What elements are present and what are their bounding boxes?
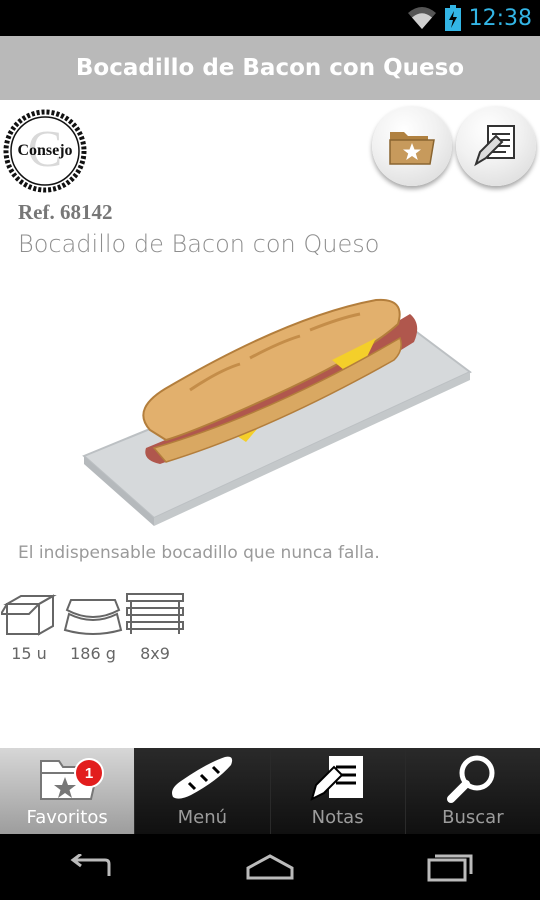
tab-buscar[interactable]: Buscar <box>405 748 540 834</box>
spec-weight: 186 g <box>62 590 124 663</box>
recents-icon <box>427 854 473 882</box>
tab-notas[interactable]: Notas <box>270 748 406 834</box>
consejo-logo: C Consejo <box>2 108 88 194</box>
tab-notas-label: Notas <box>311 807 364 828</box>
product-description: El indispensable bocadillo que nunca fal… <box>18 543 380 563</box>
status-bar: 12:38 <box>0 0 540 36</box>
tab-favoritos[interactable]: 1 Favoritos <box>0 748 136 834</box>
folder-star-icon <box>389 132 435 165</box>
tab-buscar-label: Buscar <box>442 807 504 828</box>
wifi-icon <box>407 7 436 29</box>
recents-button[interactable] <box>405 842 495 892</box>
product-name: Bocadillo de Bacon con Queso <box>18 230 380 258</box>
notes-pencil-icon <box>474 125 515 167</box>
home-button[interactable] <box>225 842 315 892</box>
home-icon <box>246 854 294 880</box>
page-title: Bocadillo de Bacon con Queso <box>75 55 465 81</box>
bottom-tab-bar: 1 Favoritos Menú Notas Buscar <box>0 748 540 834</box>
spec-units-value: 15 u <box>11 644 47 663</box>
notes-icon <box>310 756 363 801</box>
clock: 12:38 <box>468 5 532 31</box>
tab-menu-label: Menú <box>177 807 228 828</box>
favorites-badge: 1 <box>74 758 104 788</box>
tab-favoritos-label: Favoritos <box>26 807 108 828</box>
product-ref: Ref. 68142 <box>18 200 113 224</box>
add-favorite-button[interactable] <box>372 106 452 186</box>
back-icon <box>70 854 111 876</box>
spec-units: 15 u <box>0 590 58 663</box>
add-note-button[interactable] <box>456 106 536 186</box>
product-image <box>70 280 480 540</box>
product-detail: C Consejo Ref. 68142 Bocadillo de Bacon … <box>0 100 540 748</box>
system-nav-bar <box>0 834 540 900</box>
title-bar: Bocadillo de Bacon con Queso <box>0 36 540 100</box>
search-icon <box>446 755 495 803</box>
spec-tray: 8x9 <box>124 590 186 663</box>
weight-icon <box>63 599 123 635</box>
battery-icon <box>444 5 461 31</box>
consejo-logo-text: Consejo <box>17 142 73 159</box>
spec-tray-value: 8x9 <box>140 644 170 663</box>
spec-weight-value: 186 g <box>70 644 116 663</box>
bread-icon <box>172 756 233 799</box>
tab-menu[interactable]: Menú <box>135 748 271 834</box>
back-button[interactable] <box>45 842 135 892</box>
tray-icon <box>126 593 184 634</box>
box-icon <box>1 594 57 636</box>
